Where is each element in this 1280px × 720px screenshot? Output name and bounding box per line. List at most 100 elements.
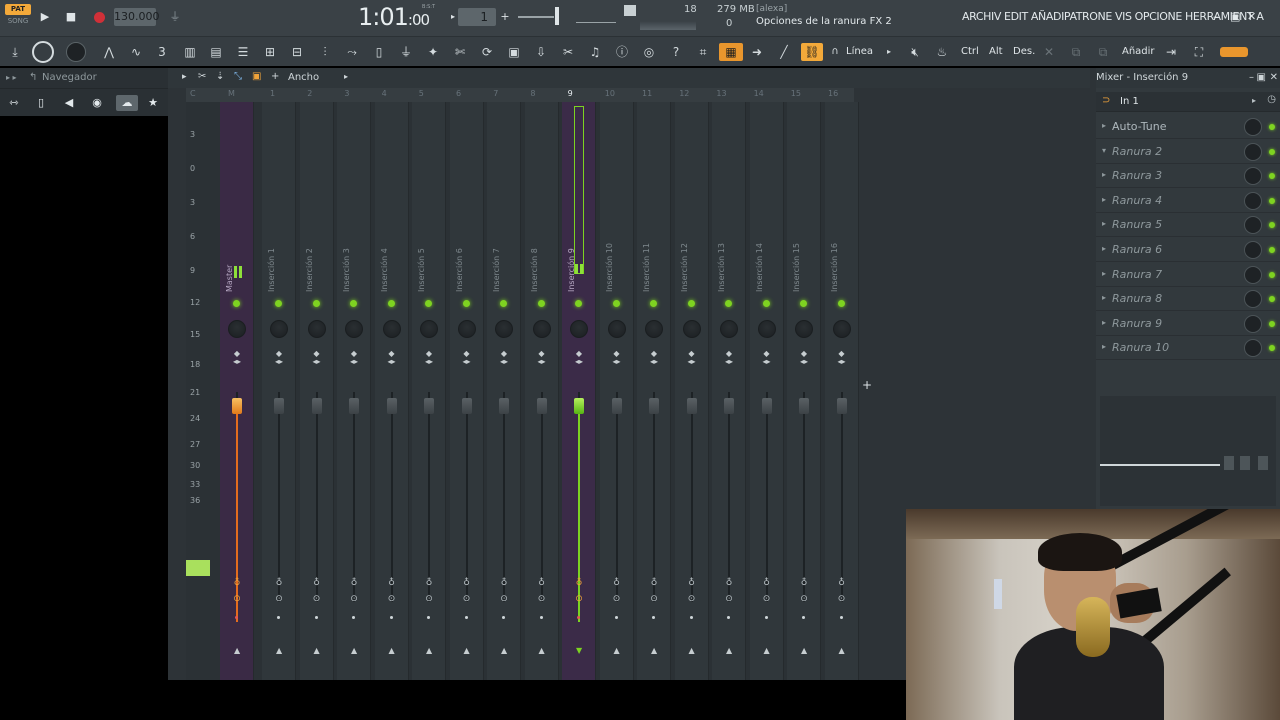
stereo-arrows-icon[interactable]: ◆ ◂▸: [573, 350, 585, 366]
mixer-view-arrow-icon[interactable]: ▸: [344, 72, 348, 81]
strip-enable-led[interactable]: [233, 300, 240, 307]
route-icon[interactable]: ⊙: [723, 594, 735, 604]
slot-name[interactable]: Ranura 10: [1112, 341, 1169, 354]
stop-icon[interactable]: ■: [64, 10, 78, 24]
stereo-arrows-icon[interactable]: ◆ ◂▸: [686, 350, 698, 366]
mic-arm-icon[interactable]: ♁: [273, 578, 285, 588]
wave-icon[interactable]: ∿: [127, 43, 145, 61]
stereo-arrows-icon[interactable]: ◆ ◂▸: [723, 350, 735, 366]
pan-knob[interactable]: [570, 320, 588, 338]
pan-knob[interactable]: [420, 320, 438, 338]
clipboard-icon[interactable]: ▯: [33, 95, 49, 111]
volume-fader[interactable]: [349, 398, 359, 414]
strip-enable-led[interactable]: [837, 300, 845, 307]
master-volume-slider[interactable]: [518, 16, 554, 18]
mic-arm-icon[interactable]: ♁: [798, 578, 810, 588]
slot-expand-icon[interactable]: ▸: [1102, 269, 1106, 278]
send-dot[interactable]: [427, 616, 430, 619]
strip-enable-led[interactable]: [575, 300, 582, 307]
fx-slot[interactable]: ▸ Ranura 9: [1096, 312, 1280, 336]
send-arrow-icon[interactable]: ▲: [234, 646, 240, 655]
fx-slot[interactable]: ▸ Ranura 10: [1096, 336, 1280, 361]
mic-arm-icon[interactable]: ♁: [386, 578, 398, 588]
send-arrow-icon[interactable]: ▲: [801, 646, 807, 655]
pin-icon[interactable]: ⇥: [1162, 43, 1180, 61]
link-icon[interactable]: ⛓: [801, 43, 823, 61]
slot-name[interactable]: Auto-Tune: [1112, 120, 1166, 133]
fx-slot[interactable]: ▾ Ranura 2: [1096, 140, 1280, 164]
mixer-minimize-icon[interactable]: –: [1249, 68, 1254, 88]
slot-enable-led[interactable]: [1269, 148, 1275, 155]
slot-mix-knob[interactable]: [1244, 314, 1262, 333]
slot-expand-icon[interactable]: ▾: [1102, 146, 1106, 155]
stereo-arrows-icon[interactable]: ◆ ◂▸: [273, 350, 285, 366]
send-dot[interactable]: [839, 616, 843, 619]
send-arrow-icon[interactable]: ▲: [389, 646, 395, 655]
minimize-icon[interactable]: –: [1213, 10, 1219, 23]
fx-slot[interactable]: ▸ Ranura 3: [1096, 164, 1280, 189]
mixer-diag-icon[interactable]: ⤡: [234, 71, 242, 82]
route-icon[interactable]: ⊙: [648, 594, 660, 604]
copy-icon[interactable]: ⧉: [1067, 43, 1085, 61]
send-arrow-icon[interactable]: ▲: [651, 646, 657, 655]
route-icon[interactable]: ⊙: [311, 594, 323, 604]
strip-enable-led[interactable]: [500, 300, 507, 307]
slot-expand-icon[interactable]: ▸: [1102, 244, 1106, 253]
send-arrow-icon[interactable]: ▲: [764, 646, 770, 655]
stereo-arrows-icon[interactable]: ◆ ◂▸: [311, 350, 323, 366]
slot-mix-knob[interactable]: [1244, 191, 1262, 210]
slot-name[interactable]: Ranura 3: [1112, 169, 1162, 182]
fx-slot[interactable]: ▸ Ranura 4: [1096, 189, 1280, 213]
strip-enable-led[interactable]: [762, 300, 770, 307]
send-dot[interactable]: [614, 616, 618, 619]
mixer-strip[interactable]: Inserción 2 ◆ ◂▸ ♁ ⊙ ▲: [299, 102, 334, 680]
mic-arm-icon[interactable]: ♁: [231, 578, 243, 588]
pan-knob[interactable]: [495, 320, 513, 338]
stereo-arrows-icon[interactable]: ◆ ◂▸: [761, 350, 773, 366]
globe-icon[interactable]: ◉: [89, 95, 105, 111]
strip-enable-led[interactable]: [687, 300, 695, 307]
browser-icon[interactable]: ⊟: [288, 43, 306, 61]
mixer-down-icon[interactable]: ⇣: [216, 71, 224, 82]
slot-enable-led[interactable]: [1269, 247, 1275, 253]
delete-icon[interactable]: ✕: [1040, 43, 1058, 61]
view-icon[interactable]: ⌗: [694, 43, 712, 61]
route-icon[interactable]: ⊙: [461, 594, 473, 604]
mixer-icon[interactable]: ⫶: [316, 43, 334, 61]
send-dot[interactable]: [352, 616, 355, 619]
slot-expand-icon[interactable]: ▸: [1102, 318, 1106, 327]
route-icon[interactable]: ⊙: [423, 594, 435, 604]
slot-name[interactable]: Ranura 5: [1112, 218, 1162, 231]
play-icon[interactable]: ▶: [38, 10, 52, 24]
slot-expand-icon[interactable]: ▸: [1102, 121, 1106, 130]
stereo-arrows-icon[interactable]: ◆ ◂▸: [231, 350, 243, 366]
slot-enable-led[interactable]: [1269, 173, 1275, 180]
stereo-arrows-icon[interactable]: ◆ ◂▸: [498, 350, 510, 366]
master-pitch-knob[interactable]: [32, 41, 54, 63]
route-icon[interactable]: ⊙: [498, 594, 510, 604]
mixer-strip[interactable]: Inserción 5 ◆ ◂▸ ♁ ⊙ ▲: [412, 102, 446, 680]
send-dot[interactable]: [652, 616, 655, 619]
slot-mix-knob[interactable]: [1244, 290, 1262, 309]
loop-icon[interactable]: ⟳: [478, 43, 496, 61]
send-dot[interactable]: [764, 616, 768, 619]
slot-name[interactable]: Ranura 9: [1112, 317, 1162, 330]
slot-enable-led[interactable]: [1269, 222, 1275, 229]
slot-mix-knob[interactable]: [1244, 142, 1262, 161]
send-dot[interactable]: [235, 616, 238, 619]
bars-icon[interactable]: ▤: [207, 43, 225, 61]
route-icon[interactable]: ⊙: [686, 594, 698, 604]
fx-slot[interactable]: ▸ Ranura 5: [1096, 213, 1280, 238]
pan-knob[interactable]: [307, 320, 326, 338]
slot-mix-knob[interactable]: [1244, 265, 1262, 284]
stereo-arrows-icon[interactable]: ◆ ◂▸: [461, 350, 473, 366]
tempo-display[interactable]: 130.000: [114, 8, 160, 26]
mixer-tools-icon[interactable]: ✂: [198, 71, 206, 82]
send-dot[interactable]: [464, 616, 468, 619]
volume-fader[interactable]: [686, 398, 697, 414]
route-icon[interactable]: ⊙: [611, 594, 623, 604]
mic-arm-icon[interactable]: ♁: [686, 578, 698, 588]
add-label[interactable]: Añadir: [1122, 46, 1155, 57]
mic-arm-icon[interactable]: ♁: [498, 578, 510, 588]
pan-knob[interactable]: [345, 320, 363, 338]
